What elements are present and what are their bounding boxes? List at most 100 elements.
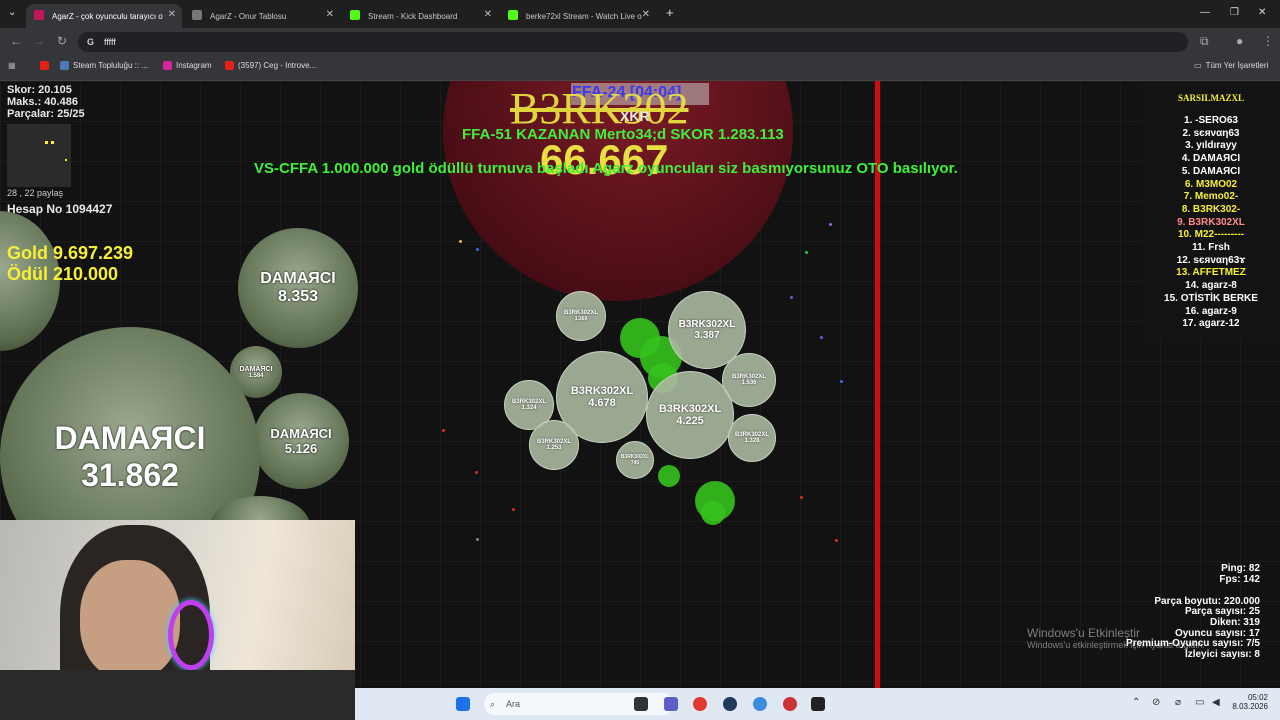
leaderboard-entry: 15. OTİSTİK BERKE xyxy=(1164,292,1258,304)
streamer-face xyxy=(80,560,180,680)
close-tab-icon[interactable]: ✕ xyxy=(642,9,650,20)
close-tab-icon[interactable]: ✕ xyxy=(168,9,176,20)
pieces-text: Parçalar: 25/25 xyxy=(7,108,85,120)
maximize-icon[interactable]: ❐ xyxy=(1230,7,1239,18)
piece-count-text: Parça sayısı: 25 xyxy=(1184,606,1260,617)
leaderboard-entry: 12. sєяναη63ɤ xyxy=(1176,254,1246,266)
player-cell: B3RK302XL 1.328 xyxy=(728,414,776,462)
food-pellet xyxy=(840,380,843,383)
leaderboard-entry: 14. agarz-8 xyxy=(1185,280,1237,292)
ping-text: Ping: 82 xyxy=(1221,563,1260,574)
tray-chevron-icon[interactable]: ⌃ xyxy=(1132,697,1140,708)
enemy-cell: DAMAЯCI 8.353 xyxy=(238,228,358,348)
tab-list-icon[interactable]: ⌄ xyxy=(8,7,16,18)
leaderboard-entry: 11. Frsh xyxy=(1192,242,1230,253)
leaderboard-title: SARSILMAZXL xyxy=(1177,93,1244,103)
leaderboard-entry: 13. AFFETMEZ xyxy=(1176,267,1246,279)
all-bookmarks[interactable]: ▭ Tüm Yer İşaretleri xyxy=(1194,61,1268,70)
minimap xyxy=(7,124,71,187)
clan-tag: XKR xyxy=(620,108,650,124)
clock[interactable]: 05:02 8.03.2026 xyxy=(1230,693,1268,711)
kick-icon xyxy=(350,10,360,20)
leaderboard-entry: 6. M3MO02 xyxy=(1184,178,1238,190)
reload-icon[interactable]: ↻ xyxy=(57,34,67,48)
tab-onur-tablosu[interactable]: AgarZ - Onur Tablosu ✕ xyxy=(184,4,340,28)
headphone-rgb xyxy=(168,600,214,670)
menu-icon[interactable]: ⋮ xyxy=(1262,34,1274,48)
globe-icon xyxy=(192,10,202,20)
food-pellet xyxy=(476,538,479,541)
minimap-player-marker xyxy=(65,159,67,161)
network-icon[interactable]: ⊘ xyxy=(1152,697,1160,708)
leaderboard-entry: 7. Memo02- xyxy=(1183,191,1239,203)
display-icon[interactable]: ▭ xyxy=(1195,697,1204,708)
spikes-text: Diken: 319 xyxy=(1209,617,1260,628)
profile-icon[interactable]: ● xyxy=(1236,34,1243,48)
tab-kick-dashboard[interactable]: Stream - Kick Dashboard ✕ xyxy=(342,4,498,28)
webcam-overlay xyxy=(0,520,355,720)
mic-icon[interactable]: ⌀ xyxy=(1175,697,1181,708)
close-window-icon[interactable]: ✕ xyxy=(1258,7,1266,18)
gold-text: Gold 9.697.239 xyxy=(7,243,134,263)
player-cell: B3RK302XL 1.253 xyxy=(529,420,579,470)
extensions-icon[interactable]: ⧉ xyxy=(1200,34,1209,49)
bookmark-instagram[interactable]: Instagram xyxy=(163,61,212,70)
leaderboard-entry: 5. DAMAЯCI xyxy=(1181,165,1241,177)
food-pellet xyxy=(475,471,478,474)
task-view-icon[interactable] xyxy=(634,697,648,711)
enemy-cell: DAMAЯCI 5.126 xyxy=(253,393,349,489)
score-text: Skor: 20.105 xyxy=(7,84,72,96)
tab-kick-stream[interactable]: berke72xl Stream - Watch Live o ✕ xyxy=(500,4,656,28)
viewer-count-text: İzleyici sayısı: 8 xyxy=(1184,649,1260,660)
minimize-icon[interactable]: — xyxy=(1200,7,1210,18)
green-mass xyxy=(701,501,725,525)
max-score-text: Maks.: 40.486 xyxy=(7,96,78,108)
chrome-active-icon[interactable] xyxy=(753,697,767,711)
leaderboard-entry: 3. yıldırayy xyxy=(1185,140,1237,152)
folder-icon: ▭ xyxy=(1194,61,1202,70)
food-pellet xyxy=(805,251,808,254)
player-cell: B3RK302XL 4.225 xyxy=(646,371,734,459)
teams-icon[interactable] xyxy=(664,697,678,711)
new-tab-icon[interactable]: + xyxy=(666,5,674,20)
player-cell: B3RK302XL 1.369 xyxy=(556,291,606,341)
food-pellet xyxy=(820,336,823,339)
apps-icon[interactable]: ▦ xyxy=(8,61,16,70)
food-pellet xyxy=(790,296,793,299)
food-pellet xyxy=(459,240,462,243)
steam-icon[interactable] xyxy=(723,697,737,711)
app-icon[interactable] xyxy=(783,697,797,711)
agarz-favicon-icon xyxy=(34,10,44,20)
leaderboard-entry: 8. B3RK302- xyxy=(1181,203,1241,215)
chrome-icon[interactable] xyxy=(693,697,707,711)
bookmark-youtube-icon[interactable] xyxy=(40,61,49,70)
account-text: Hesap No 1094427 xyxy=(7,202,113,216)
forward-icon[interactable]: → xyxy=(33,34,45,48)
minimap-player-marker xyxy=(51,141,54,144)
volume-icon[interactable]: ◀ xyxy=(1212,697,1220,708)
streamer-shirt xyxy=(0,670,355,720)
food-pellet xyxy=(835,539,838,542)
google-icon: G xyxy=(87,37,95,47)
tab-agarz[interactable]: AgarZ - çok oyunculu tarayıcı o ✕ xyxy=(26,4,182,28)
fps-text: Fps: 142 xyxy=(1219,574,1260,585)
close-tab-icon[interactable]: ✕ xyxy=(484,9,492,20)
back-icon[interactable]: ← xyxy=(10,34,22,48)
food-pellet xyxy=(512,508,515,511)
leaderboard-entry: 16. agarz-9 xyxy=(1185,305,1237,317)
leaderboard-entry: 17. agarz-12 xyxy=(1182,318,1240,330)
leaderboard-entry: 9. B3RK302XL xyxy=(1177,216,1245,228)
obs-icon[interactable] xyxy=(811,697,825,711)
close-tab-icon[interactable]: ✕ xyxy=(326,9,334,20)
green-mass xyxy=(658,465,680,487)
bookmark-youtube-video[interactable]: (3597) Ceg - Introve... xyxy=(225,61,316,70)
announcement-banner: VS-CFFA 1.000.000 gold ödüllü turnuva ba… xyxy=(254,160,958,177)
reward-text: Ödül 210.000 xyxy=(7,264,119,284)
bookmark-steam[interactable]: Steam Topluluğu :: ... xyxy=(60,61,148,70)
food-pellet xyxy=(442,429,445,432)
food-pellet xyxy=(829,223,832,226)
search-icon: ⌕ xyxy=(490,699,496,709)
url-field[interactable]: G fffff xyxy=(78,32,1188,52)
windows-start-icon[interactable] xyxy=(456,697,470,711)
share-text: 28 , 22 paylaş xyxy=(7,188,64,198)
